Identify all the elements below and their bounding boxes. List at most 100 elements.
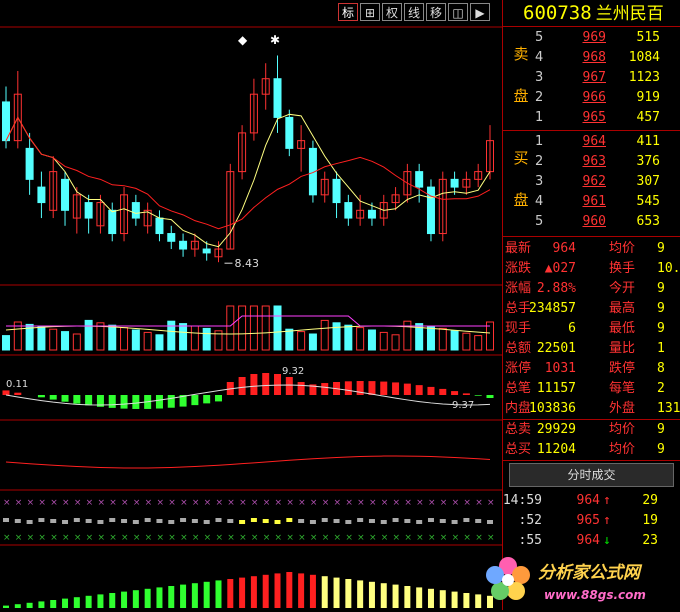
cross-marker: × <box>393 498 401 508</box>
volume-bar <box>320 319 329 351</box>
bottom-bar <box>392 584 399 608</box>
candle <box>167 233 176 242</box>
volume-bar <box>356 327 365 351</box>
macd-bar <box>380 381 388 395</box>
macd-bar <box>474 395 482 396</box>
tick-time: 14:59 <box>502 493 542 508</box>
cross-marker: × <box>168 533 176 543</box>
total-row: 总买 11204 均价 9 <box>503 440 680 460</box>
cross-marker: × <box>50 533 58 543</box>
stat-value: 964 <box>552 241 576 256</box>
price: 964 <box>582 134 606 149</box>
tick-volume: 29 <box>642 493 658 508</box>
buy-row[interactable]: 4 961 545 <box>503 192 680 212</box>
stock-code: 600738 <box>523 2 592 24</box>
sell-row[interactable]: 1 965 457 <box>503 108 680 128</box>
toolbar-button-2[interactable]: 权 <box>382 3 402 21</box>
cross-marker: × <box>357 498 365 508</box>
stats-block: 最新 964 均价 9 涨跌 ▲027 换手 10.6 涨幅 2.88% 今开 9 总手234857 最高… <box>503 237 680 419</box>
cross-marker: × <box>345 533 353 543</box>
cross-marker: × <box>192 498 200 508</box>
cross-marker: × <box>97 533 105 543</box>
tick-price: 965 <box>576 513 600 528</box>
sell-row[interactable]: 5 969 515 <box>503 28 680 48</box>
volume-bar <box>391 334 400 351</box>
level: 3 <box>535 174 544 189</box>
cross-marker: × <box>121 533 129 543</box>
kdj-bar <box>463 518 470 522</box>
buy-row[interactable]: 3 962 307 <box>503 172 680 192</box>
cross-marker: × <box>475 498 483 508</box>
volume-bar <box>226 305 235 351</box>
volume-bar <box>131 329 140 351</box>
bottom-bar <box>357 580 364 608</box>
cross-marker: × <box>50 498 58 508</box>
stat-label: 涨跌 <box>505 261 532 276</box>
price: 962 <box>582 174 606 189</box>
sell-row[interactable]: 3 967 1123 <box>503 68 680 88</box>
cross-marker: × <box>156 498 164 508</box>
kdj-bar <box>62 520 69 524</box>
cross-marker: × <box>27 533 35 543</box>
macd-bar <box>462 393 470 395</box>
total-label-2: 均价 <box>609 442 636 457</box>
stat-label: 总笔 <box>505 381 532 396</box>
macd-bar <box>61 395 69 402</box>
bottom-bar <box>26 602 33 608</box>
stat-value: 103836 <box>529 401 576 416</box>
kdj-bar <box>427 518 434 522</box>
bottom-bar <box>109 593 116 608</box>
macd-bar <box>427 386 435 395</box>
cross-marker: × <box>404 498 412 508</box>
kdj-bar <box>73 518 80 522</box>
candle <box>131 202 140 219</box>
kline-chart[interactable]: 8.43◆ ✱0.119.329.37××××××××××××××××××××××… <box>0 0 502 610</box>
kdj-bar <box>121 519 128 523</box>
volume-bar <box>273 305 282 351</box>
toolbar-button-3[interactable]: 线 <box>404 3 424 21</box>
kdj-bar <box>227 519 234 523</box>
buy-row[interactable]: 1 964 411 <box>503 132 680 152</box>
sell-row[interactable]: 2 966 919 <box>503 88 680 108</box>
price: 967 <box>582 70 606 85</box>
toolbar-button-5[interactable]: ◫ <box>448 3 468 21</box>
stat-label-2: 最低 <box>609 321 636 336</box>
buy-row[interactable]: 5 960 653 <box>503 212 680 232</box>
tick-tab[interactable]: 分时成交 <box>509 463 674 487</box>
bottom-bar <box>321 576 328 608</box>
cross-marker: × <box>227 533 235 543</box>
cross-marker: × <box>145 533 153 543</box>
toolbar-button-6[interactable]: ▶ <box>470 3 490 21</box>
candle <box>25 147 34 180</box>
total-value: 29929 <box>536 422 576 437</box>
cross-marker: × <box>204 533 212 543</box>
cross-marker: × <box>251 498 259 508</box>
level: 5 <box>535 30 544 45</box>
cross-marker: × <box>322 533 330 543</box>
bottom-bar <box>451 591 458 608</box>
stat-label: 最新 <box>505 241 532 256</box>
bottom-bar <box>286 572 293 608</box>
toolbar-button-0[interactable]: 标 <box>338 3 358 21</box>
cross-marker: × <box>322 498 330 508</box>
stat-value: 6 <box>568 321 576 336</box>
candle <box>426 186 435 235</box>
volume: 919 <box>636 90 660 105</box>
candle <box>37 186 46 204</box>
toolbar-button-4[interactable]: 移 <box>426 3 446 21</box>
cross-marker: × <box>298 498 306 508</box>
volume: 411 <box>636 134 660 149</box>
toolbar-button-1[interactable]: ⊞ <box>360 3 380 21</box>
volume-bar <box>108 324 117 351</box>
stat-value-2: 8 <box>657 361 665 376</box>
sell-row[interactable]: 4 968 1084 <box>503 48 680 68</box>
price: 963 <box>582 154 606 169</box>
macd-label: 9.37 <box>452 400 474 411</box>
bottom-bar <box>404 586 411 608</box>
buy-row[interactable]: 2 963 376 <box>503 152 680 172</box>
macd-bar <box>285 377 293 395</box>
tick-arrow-icon: ↑ <box>603 493 611 508</box>
bottom-bar <box>132 590 139 608</box>
macd-bar <box>132 395 140 409</box>
chart-toolbar: 标 ⊞ 权线移 ◫ ▶ <box>338 3 492 23</box>
